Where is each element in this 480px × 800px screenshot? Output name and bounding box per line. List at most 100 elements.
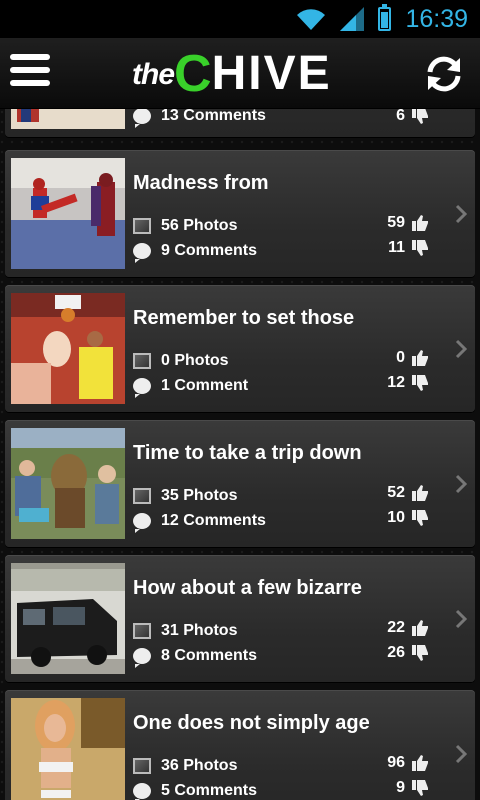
refresh-icon[interactable] bbox=[422, 52, 466, 96]
photos-row: 35 Photos bbox=[133, 487, 237, 505]
comments-row: 8 Comments bbox=[133, 647, 258, 668]
comments-count: 8 Comments bbox=[161, 647, 258, 664]
thumbs-down-icon bbox=[412, 510, 428, 526]
post-thumbnail bbox=[11, 108, 125, 129]
dislike-count: 9 bbox=[396, 779, 405, 796]
thumbs-down-icon bbox=[412, 375, 428, 391]
chevron-right-icon[interactable] bbox=[455, 609, 467, 629]
thumbs-up-icon bbox=[412, 215, 428, 231]
thumbs-up-icon bbox=[412, 620, 428, 636]
post-title: Time to take a trip down bbox=[133, 442, 362, 464]
likes[interactable]: 0 bbox=[396, 349, 429, 367]
status-time: 16:39 bbox=[405, 4, 468, 33]
post-thumbnail bbox=[11, 428, 125, 539]
photos-count: 31 Photos bbox=[161, 622, 238, 639]
photos-count: 0 Photos bbox=[161, 352, 229, 369]
app-header: the C HIVE bbox=[0, 38, 480, 109]
photos-count: 56 Photos bbox=[161, 217, 238, 234]
photos-count: 35 Photos bbox=[161, 487, 238, 504]
comments-row: 5 Comments bbox=[133, 782, 257, 800]
thumbs-down-icon bbox=[412, 780, 428, 796]
thumbs-down-icon bbox=[412, 645, 428, 661]
post-card[interactable]: Madness from 56 Photos 9 Comments 59 11 bbox=[5, 150, 475, 277]
photos-row: 0 Photos bbox=[133, 352, 229, 370]
comment-icon bbox=[133, 243, 151, 263]
photos-row: 36 Photos bbox=[133, 757, 237, 775]
comments-count: 13 Comments bbox=[161, 108, 266, 124]
post-feed[interactable]: 13 Comments 6 Madness from 56 Photos 9 C… bbox=[0, 108, 480, 800]
dislike-count: 11 bbox=[388, 239, 405, 256]
photos-row: 56 Photos bbox=[133, 217, 237, 235]
battery-icon bbox=[378, 4, 392, 31]
signal-icon bbox=[340, 7, 365, 31]
post-card[interactable]: How about a few bizarre 31 Photos 8 Comm… bbox=[5, 555, 475, 682]
like-count: 22 bbox=[387, 619, 405, 636]
photo-icon bbox=[133, 758, 151, 774]
post-card[interactable]: Remember to set those 0 Photos 1 Comment… bbox=[5, 285, 475, 412]
thumbs-up-icon bbox=[412, 485, 428, 501]
comments-row: 13 Comments bbox=[133, 108, 266, 128]
post-title: One does not simply age bbox=[133, 712, 370, 734]
post-card[interactable]: Time to take a trip down 35 Photos 12 Co… bbox=[5, 420, 475, 547]
post-thumbnail bbox=[11, 698, 125, 800]
chevron-right-icon[interactable] bbox=[455, 339, 467, 359]
like-count: 59 bbox=[387, 214, 405, 231]
photo-icon bbox=[133, 488, 151, 504]
dislikes[interactable]: 6 bbox=[396, 108, 429, 125]
comment-icon bbox=[133, 108, 151, 128]
comments-count: 5 Comments bbox=[161, 782, 258, 799]
chevron-right-icon[interactable] bbox=[455, 474, 467, 494]
photo-icon bbox=[133, 623, 151, 639]
dislike-count: 6 bbox=[396, 108, 405, 124]
dislike-count: 12 bbox=[387, 374, 405, 391]
post-card[interactable]: One does not simply age 36 Photos 5 Comm… bbox=[5, 690, 475, 800]
likes[interactable]: 22 bbox=[387, 619, 429, 637]
comment-icon bbox=[133, 783, 151, 800]
dislikes[interactable]: 11 bbox=[388, 239, 429, 257]
comment-icon bbox=[133, 648, 151, 668]
dislikes[interactable]: 9 bbox=[396, 779, 429, 797]
comments-row: 9 Comments bbox=[133, 242, 258, 263]
photos-count: 36 Photos bbox=[161, 757, 238, 774]
post-title: Madness from bbox=[133, 172, 269, 194]
like-count: 0 bbox=[396, 349, 405, 366]
thumbs-up-icon bbox=[412, 755, 428, 771]
thumbs-up-icon bbox=[412, 350, 428, 366]
post-title: Remember to set those bbox=[133, 307, 355, 329]
dislikes[interactable]: 12 bbox=[387, 374, 429, 392]
chevron-right-icon[interactable] bbox=[455, 744, 467, 764]
logo-the: the bbox=[132, 58, 175, 91]
comment-icon bbox=[133, 513, 151, 533]
post-title: How about a few bizarre bbox=[133, 577, 362, 599]
comments-count: 12 Comments bbox=[161, 512, 266, 529]
post-thumbnail bbox=[11, 563, 125, 674]
logo-c: C bbox=[174, 45, 212, 103]
comments-count: 1 Comment bbox=[161, 377, 249, 394]
dislike-count: 26 bbox=[387, 644, 405, 661]
dislikes[interactable]: 10 bbox=[387, 509, 429, 527]
comments-count: 9 Comments bbox=[161, 242, 258, 259]
dislike-count: 10 bbox=[387, 509, 405, 526]
dislikes[interactable]: 26 bbox=[387, 644, 429, 662]
app-logo: the C HIVE bbox=[132, 44, 332, 103]
comments-row: 12 Comments bbox=[133, 512, 266, 533]
comment-icon bbox=[133, 378, 151, 398]
thumbs-down-icon bbox=[412, 108, 428, 124]
thumbs-down-icon bbox=[412, 240, 428, 256]
status-bar: 16:39 bbox=[0, 0, 480, 38]
chevron-right-icon[interactable] bbox=[455, 204, 467, 224]
post-thumbnail bbox=[11, 293, 125, 404]
post-thumbnail bbox=[11, 158, 125, 269]
menu-icon[interactable] bbox=[10, 54, 50, 90]
wifi-icon bbox=[296, 7, 326, 31]
likes[interactable]: 96 bbox=[387, 754, 429, 772]
likes[interactable]: 52 bbox=[387, 484, 429, 502]
photo-icon bbox=[133, 353, 151, 369]
photos-row: 31 Photos bbox=[133, 622, 237, 640]
logo-hive: HIVE bbox=[211, 47, 332, 100]
like-count: 52 bbox=[387, 484, 405, 501]
likes[interactable]: 59 bbox=[387, 214, 429, 232]
post-card[interactable]: 13 Comments 6 bbox=[5, 108, 475, 137]
photo-icon bbox=[133, 218, 151, 234]
like-count: 96 bbox=[387, 754, 405, 771]
